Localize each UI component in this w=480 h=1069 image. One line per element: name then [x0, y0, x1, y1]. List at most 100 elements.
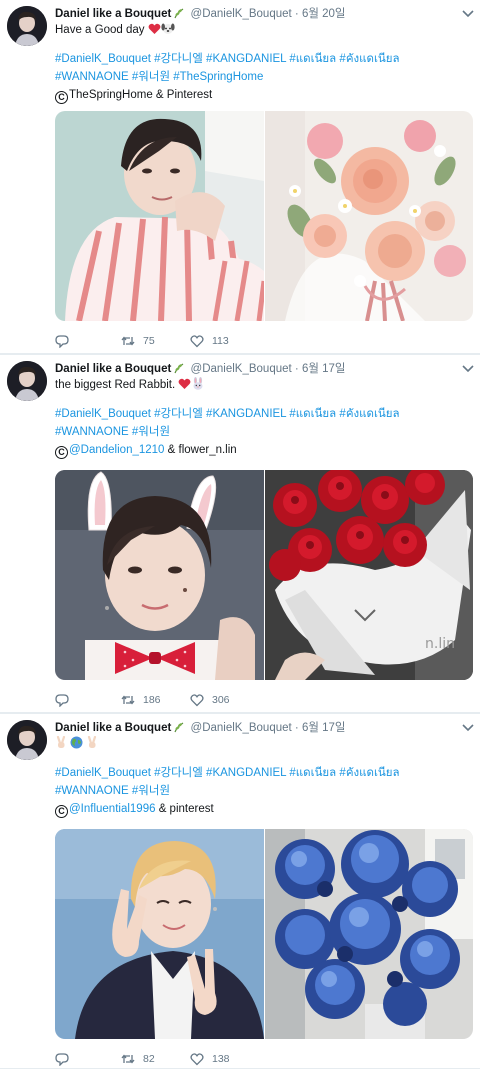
hashtag-link[interactable]: #강다니엘	[154, 408, 203, 420]
media-grid	[55, 829, 473, 1039]
hashtag-link[interactable]: #워너원	[132, 785, 170, 797]
tweet-date[interactable]: 6월 20일	[302, 8, 346, 20]
display-name[interactable]: Daniel like a Bouquet	[55, 722, 171, 734]
reply-icon	[55, 694, 69, 707]
svg-text:n.lin: n.lin	[425, 636, 455, 652]
retweet-count: 186	[143, 694, 161, 706]
user-handle[interactable]: @DanielK_Bouquet	[191, 363, 292, 375]
retweet-icon	[121, 695, 135, 705]
avatar[interactable]	[7, 6, 47, 46]
retweet-button[interactable]: 82	[121, 1050, 155, 1068]
reply-button[interactable]	[55, 332, 69, 350]
photo-credit: C TheSpringHome & Pinterest	[55, 86, 470, 104]
hashtag-link[interactable]: #KANGDANIEL	[206, 408, 286, 420]
tweet-photo[interactable]: n.lin	[265, 470, 473, 680]
hashtag-link[interactable]: #คังแดเนียล	[339, 767, 399, 779]
like-button[interactable]: 113	[190, 332, 229, 350]
retweet-count: 75	[143, 335, 155, 347]
heart-outline-icon	[190, 335, 204, 348]
hashtag-link[interactable]: #워너원	[132, 426, 170, 438]
hashtag-link[interactable]: #DanielK_Bouquet	[55, 408, 151, 420]
leaf-icon	[173, 721, 185, 733]
like-button[interactable]: 138	[190, 1050, 230, 1068]
tweet-text	[55, 735, 470, 755]
tweet-text: the biggest Red Rabbit.	[55, 376, 470, 396]
avatar[interactable]	[7, 361, 47, 401]
hashtag-link[interactable]: #TheSpringHome	[173, 71, 263, 83]
hashtag-link[interactable]: #DanielK_Bouquet	[55, 53, 151, 65]
tweet-body: #DanielK_Bouquet #강다니엘 #KANGDANIEL #แดเน…	[55, 735, 470, 818]
retweet-icon	[121, 1054, 135, 1064]
tweet-header: Daniel like a Bouquet @DanielK_Bouquet ·…	[55, 719, 346, 735]
hashtag-link[interactable]: #KANGDANIEL	[206, 767, 286, 779]
mention-link[interactable]: @Dandelion_1210	[69, 444, 164, 456]
tweet-body: the biggest Red Rabbit. #DanielK_Bouquet…	[55, 376, 470, 459]
retweet-button[interactable]: 75	[121, 332, 155, 350]
hashtag-list: #DanielK_Bouquet #강다니엘 #KANGDANIEL #แดเน…	[55, 405, 470, 441]
separator-dot: ·	[294, 363, 299, 375]
hashtag-link[interactable]: #คังแดเนียล	[339, 53, 399, 65]
tweet-date[interactable]: 6월 17일	[302, 363, 346, 375]
tweet-actions: 82 138	[55, 1050, 455, 1068]
copyright-icon: C	[55, 446, 68, 459]
tweet-actions: 186 306	[55, 691, 455, 709]
hashtag-link[interactable]: #KANGDANIEL	[206, 53, 286, 65]
hashtag-list: #DanielK_Bouquet #강다니엘 #KANGDANIEL #แดเน…	[55, 50, 470, 86]
hashtag-link[interactable]: #คังแดเนียล	[339, 408, 399, 420]
display-name[interactable]: Daniel like a Bouquet	[55, 363, 171, 375]
heart-icon	[148, 23, 161, 41]
mention-link[interactable]: @Influential1996	[69, 803, 156, 815]
hashtag-link[interactable]: #แดเนียล	[289, 53, 336, 65]
tweet[interactable]: Daniel like a Bouquet @DanielK_Bouquet ·…	[0, 714, 480, 1069]
photo-credit: C @Dandelion_1210 & flower_n.lin	[55, 441, 470, 459]
tweet[interactable]: Daniel like a Bouquet @DanielK_Bouquet ·…	[0, 0, 480, 354]
hashtag-link[interactable]: #DanielK_Bouquet	[55, 767, 151, 779]
like-count: 113	[212, 335, 229, 347]
avatar[interactable]	[7, 720, 47, 760]
tweet-body: Have a Good day #DanielK_Bouquet #강다니엘 #…	[55, 21, 470, 104]
tweet-photo[interactable]	[265, 829, 473, 1039]
hashtag-link[interactable]: #แดเนียล	[289, 767, 336, 779]
hashtag-link[interactable]: #WANNAONE	[55, 71, 129, 83]
display-name[interactable]: Daniel like a Bouquet	[55, 8, 171, 20]
chevron-down-icon[interactable]	[462, 722, 474, 732]
photo-credit: C @Influential1996 & pinterest	[55, 800, 470, 818]
hashtag-link[interactable]: #WANNAONE	[55, 785, 129, 797]
hashtag-link[interactable]: #แดเนียล	[289, 408, 336, 420]
globe-icon	[70, 736, 83, 755]
reply-button[interactable]	[55, 1050, 69, 1068]
separator-dot: ·	[294, 8, 299, 20]
victory-hand-icon	[86, 735, 98, 755]
retweet-count: 82	[143, 1053, 155, 1065]
victory-hand-icon	[55, 735, 67, 755]
hashtag-link[interactable]: #WANNAONE	[55, 426, 129, 438]
retweet-icon	[121, 336, 135, 346]
separator-dot: ·	[294, 722, 299, 734]
hashtag-link[interactable]: #강다니엘	[154, 53, 203, 65]
dog-face-icon	[161, 22, 175, 41]
tweet-photo[interactable]	[55, 111, 264, 321]
heart-icon	[178, 378, 191, 396]
chevron-down-icon[interactable]	[462, 8, 474, 18]
copyright-icon: C	[55, 91, 68, 104]
tweet-photo[interactable]	[55, 829, 264, 1039]
copyright-icon: C	[55, 805, 68, 818]
heart-outline-icon	[190, 694, 204, 707]
hashtag-link[interactable]: #강다니엘	[154, 767, 203, 779]
heart-outline-icon	[190, 1053, 204, 1066]
reply-icon	[55, 1053, 69, 1066]
tweet-text: Have a Good day	[55, 21, 470, 41]
chevron-down-icon[interactable]	[462, 363, 474, 373]
retweet-button[interactable]: 186	[121, 691, 161, 709]
like-count: 306	[212, 694, 230, 706]
hashtag-link[interactable]: #워너원	[132, 71, 170, 83]
tweet-photo[interactable]	[55, 470, 264, 680]
user-handle[interactable]: @DanielK_Bouquet	[191, 722, 292, 734]
tweet[interactable]: Daniel like a Bouquet @DanielK_Bouquet ·…	[0, 355, 480, 713]
media-grid	[55, 111, 473, 321]
tweet-date[interactable]: 6월 17일	[302, 722, 346, 734]
tweet-photo[interactable]	[265, 111, 473, 321]
user-handle[interactable]: @DanielK_Bouquet	[191, 8, 292, 20]
like-button[interactable]: 306	[190, 691, 230, 709]
reply-button[interactable]	[55, 691, 69, 709]
